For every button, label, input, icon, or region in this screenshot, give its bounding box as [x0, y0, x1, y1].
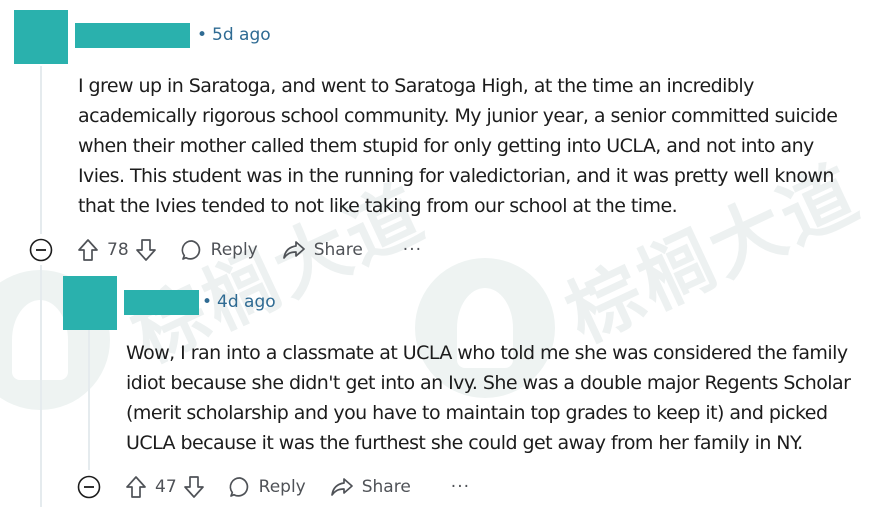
- meta-separator: •: [197, 25, 208, 45]
- share-button[interactable]: Share: [330, 476, 411, 498]
- upvote-icon[interactable]: [77, 238, 99, 262]
- vote-count: 47: [155, 477, 177, 497]
- reply-label: Reply: [258, 477, 306, 497]
- avatar[interactable]: [14, 10, 68, 64]
- thread-line-outer-lower[interactable]: [40, 265, 42, 507]
- thread-line-inner[interactable]: [88, 330, 90, 470]
- more-options-button[interactable]: ···: [451, 477, 470, 497]
- upvote-icon[interactable]: [125, 475, 147, 499]
- vote-count: 78: [107, 240, 129, 260]
- comment-body: Wow, I ran into a classmate at UCLA who …: [126, 342, 851, 454]
- share-label: Share: [361, 477, 411, 497]
- comment-body: I grew up in Saratoga, and went to Sarat…: [78, 75, 838, 217]
- share-icon: [330, 476, 354, 498]
- collapse-icon[interactable]: [29, 238, 53, 262]
- comment-actions: 78 Reply Share ···: [29, 235, 422, 265]
- comment-thread: 棕榈大道 棕榈大道 • 5d ago I grew up in Saratoga,…: [0, 0, 889, 507]
- downvote-icon[interactable]: [135, 238, 157, 262]
- comment-meta: • 4d ago: [202, 292, 276, 312]
- share-label: Share: [313, 240, 363, 260]
- reply-button[interactable]: Reply: [181, 239, 258, 261]
- comment-timestamp[interactable]: 5d ago: [212, 25, 271, 45]
- thread-line-outer[interactable]: [40, 66, 42, 234]
- comment-meta: • 5d ago: [197, 25, 271, 45]
- reply-label: Reply: [210, 240, 258, 260]
- username-redacted[interactable]: [75, 23, 190, 48]
- downvote-icon[interactable]: [183, 475, 205, 499]
- username-redacted[interactable]: [124, 290, 199, 315]
- more-options-button[interactable]: ···: [403, 240, 422, 260]
- share-icon: [282, 239, 306, 261]
- comment-bubble-icon: [229, 476, 251, 498]
- reply-button[interactable]: Reply: [229, 476, 306, 498]
- collapse-icon[interactable]: [77, 475, 101, 499]
- comment-bubble-icon: [181, 239, 203, 261]
- comment-timestamp[interactable]: 4d ago: [217, 292, 276, 312]
- avatar[interactable]: [63, 276, 117, 330]
- meta-separator: •: [202, 292, 213, 312]
- comment-actions: 47 Reply Share ···: [77, 472, 470, 502]
- share-button[interactable]: Share: [282, 239, 363, 261]
